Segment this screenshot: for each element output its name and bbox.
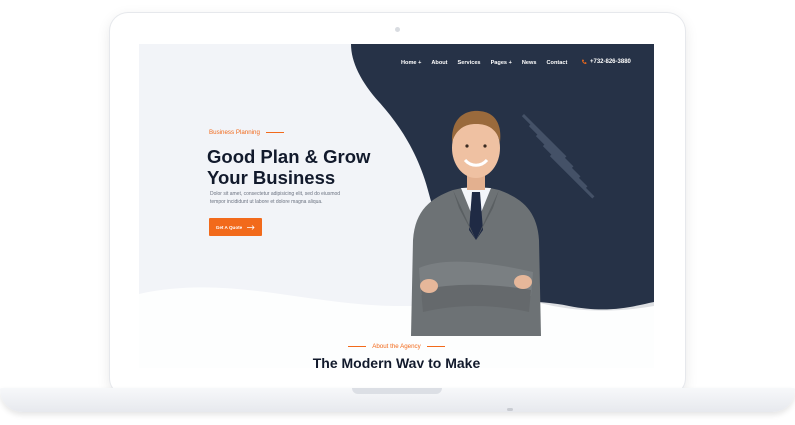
businessman-image: [411, 110, 541, 336]
phone-text: +732-826-3880: [590, 59, 631, 65]
webcam: [395, 27, 400, 32]
website-screen: Home + About Services Pages + News Conta…: [139, 44, 654, 368]
laptop-indicator: [507, 408, 513, 411]
about-eyebrow: About the Agency: [139, 343, 654, 350]
arrow-right-icon: [247, 224, 255, 230]
hero-title-line1: Good Plan & Grow: [207, 146, 371, 167]
hero-dark-background: [139, 44, 654, 368]
about-divider-right: [426, 346, 445, 347]
nav-item-home[interactable]: Home +: [401, 60, 421, 66]
cta-label: Get A Quote: [215, 224, 243, 230]
eyebrow-divider: [265, 132, 284, 133]
hero-title: Good Plan & Grow Your Business: [207, 146, 417, 188]
laptop-notch: [352, 388, 442, 394]
hero-title-line2: Your Business: [207, 167, 336, 188]
hero-eyebrow-text: Business Planning: [209, 129, 260, 136]
main-nav: Home + About Services Pages + News Conta…: [401, 60, 567, 66]
nav-item-pages[interactable]: Pages +: [491, 60, 512, 66]
nav-item-services[interactable]: Services: [458, 60, 481, 66]
hero-description: Dolor sit amet, consectetur adipisicing …: [210, 191, 341, 205]
about-eyebrow-text: About the Agency: [372, 343, 421, 350]
about-divider-left: [348, 346, 367, 347]
nav-item-contact[interactable]: Contact: [547, 60, 568, 66]
about-title: The Modern Way to Make: [312, 355, 481, 368]
nav-item-news[interactable]: News: [522, 60, 537, 66]
get-a-quote-button[interactable]: Get A Quote: [209, 218, 262, 236]
phone-number[interactable]: +732-826-3880: [581, 59, 631, 65]
phone-icon: [582, 59, 587, 64]
nav-item-about[interactable]: About: [431, 60, 447, 66]
hero-eyebrow: Business Planning: [209, 129, 284, 136]
